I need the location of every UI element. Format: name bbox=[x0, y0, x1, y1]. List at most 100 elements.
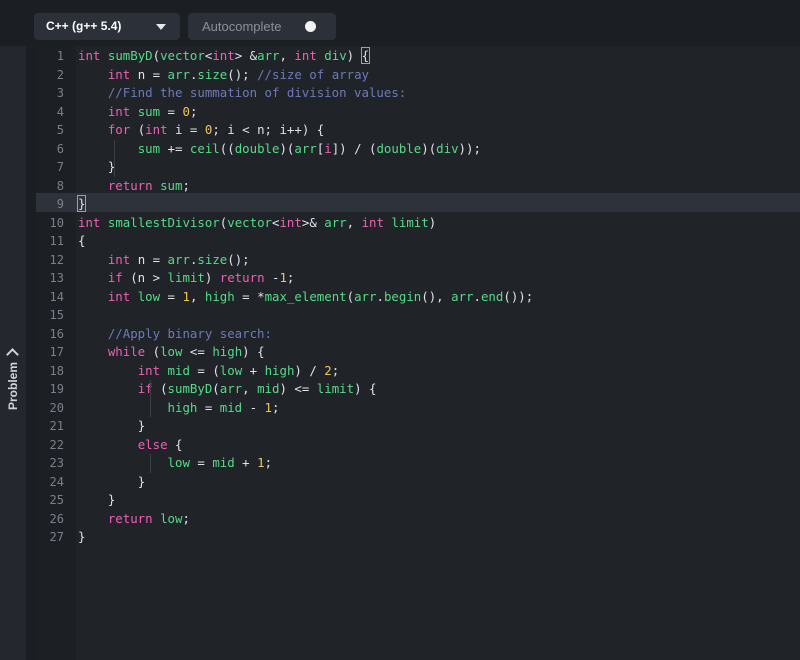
code-token: double bbox=[234, 140, 280, 156]
code-token: >& bbox=[301, 214, 325, 230]
line-number: 14 bbox=[49, 289, 64, 304]
code-token: arr bbox=[354, 288, 377, 304]
code-token: (); bbox=[227, 251, 250, 267]
code-token: int bbox=[78, 48, 101, 63]
line-number: 19 bbox=[49, 382, 64, 396]
code-line: int smallestDivisor(vector<int>& arr, in… bbox=[78, 214, 436, 233]
code-token: limit bbox=[391, 214, 429, 230]
code-token: = bbox=[189, 455, 213, 470]
code-comment: //Find the summation of division values: bbox=[107, 85, 407, 100]
code-line: } bbox=[78, 491, 115, 510]
line-number: 21 bbox=[49, 419, 64, 433]
line-number: 26 bbox=[49, 511, 64, 526]
code-token: 1 bbox=[279, 270, 287, 285]
code-line: if (sumByD(arr, mid) <= limit) { bbox=[78, 380, 377, 399]
line-number: 1 bbox=[56, 49, 64, 63]
code-token: ( bbox=[130, 122, 146, 137]
line-number: 20 bbox=[49, 400, 64, 415]
code-line: int sum = 0; bbox=[78, 103, 198, 122]
line-number: 4 bbox=[56, 104, 64, 119]
line-number: 3 bbox=[56, 86, 64, 100]
code-line: int n = arr.size(); //size of array bbox=[78, 66, 369, 85]
code-line: int mid = (low + high) / 2; bbox=[78, 362, 340, 381]
code-token: ; bbox=[286, 270, 295, 285]
line-number: 7 bbox=[56, 160, 64, 174]
code-token: 1 bbox=[182, 288, 190, 304]
problem-panel-label: Problem bbox=[6, 361, 20, 411]
code-token: double bbox=[376, 140, 422, 156]
code-token: low bbox=[167, 455, 190, 470]
editor-toolbar: C++ (g++ 5.4) Autocomplete bbox=[0, 0, 800, 46]
code-token: { bbox=[78, 233, 86, 248]
code-token: ]) / ( bbox=[331, 140, 377, 156]
code-line: return sum; bbox=[78, 177, 190, 196]
code-token: 1 bbox=[257, 455, 265, 470]
line-number: 22 bbox=[49, 437, 64, 452]
code-token: return bbox=[107, 177, 153, 193]
code-token: high bbox=[212, 344, 243, 359]
language-select[interactable]: C++ (g++ 5.4) bbox=[34, 13, 180, 40]
line-number: 2 bbox=[56, 67, 64, 82]
code-token: arr bbox=[167, 66, 190, 82]
code-token: ; bbox=[331, 362, 340, 378]
code-token: ) { bbox=[354, 381, 377, 396]
code-token: end bbox=[480, 288, 504, 304]
code-token: begin bbox=[383, 288, 422, 304]
code-token: low bbox=[160, 344, 183, 359]
line-number: 9 bbox=[56, 197, 64, 211]
code-token: arr bbox=[167, 251, 190, 267]
code-token: low bbox=[160, 510, 183, 526]
code-token: ( bbox=[212, 381, 220, 396]
line-number: 11 bbox=[49, 234, 64, 248]
code-token: - bbox=[242, 399, 265, 415]
code-token: ) bbox=[204, 270, 220, 285]
code-token: = ( bbox=[189, 362, 220, 378]
line-number: 16 bbox=[49, 326, 64, 341]
code-token: 2 bbox=[324, 362, 332, 378]
autocomplete-toggle[interactable]: Autocomplete bbox=[188, 13, 336, 40]
problem-panel-tab[interactable]: Problem bbox=[0, 46, 26, 660]
code-comment: //size of array bbox=[257, 66, 369, 82]
code-token: if bbox=[107, 270, 123, 285]
chevron-right-icon bbox=[6, 348, 19, 361]
code-token: 1 bbox=[264, 399, 273, 415]
code-token: ()); bbox=[503, 288, 534, 304]
code-token: arr bbox=[257, 48, 280, 63]
code-token: mid bbox=[212, 455, 235, 470]
code-token: } bbox=[76, 195, 87, 212]
code-token: { bbox=[167, 436, 183, 452]
code-token: high bbox=[167, 399, 198, 415]
code-token: else bbox=[137, 436, 168, 452]
code-line: int low = 1, high = *max_element(arr.beg… bbox=[78, 288, 533, 307]
code-token: (n > bbox=[122, 270, 168, 285]
code-token: )); bbox=[458, 140, 481, 156]
code-token: int bbox=[107, 103, 131, 119]
code-token: mid bbox=[219, 399, 243, 415]
code-token: ; bbox=[264, 455, 273, 470]
code-token: += bbox=[160, 140, 190, 156]
code-token: ( bbox=[145, 344, 161, 359]
indent-guide bbox=[150, 454, 151, 473]
code-token: return bbox=[107, 510, 153, 526]
line-number: 18 bbox=[49, 363, 64, 378]
code-token: int bbox=[137, 362, 161, 378]
code-line: //Find the summation of division values: bbox=[78, 84, 406, 103]
code-token: ) / bbox=[294, 362, 325, 378]
code-line: if (n > limit) return -1; bbox=[78, 269, 295, 288]
code-token: sum bbox=[137, 140, 161, 156]
code-token: > & bbox=[234, 48, 258, 63]
line-number: 17 bbox=[49, 345, 64, 359]
code-token: ( bbox=[152, 48, 161, 63]
